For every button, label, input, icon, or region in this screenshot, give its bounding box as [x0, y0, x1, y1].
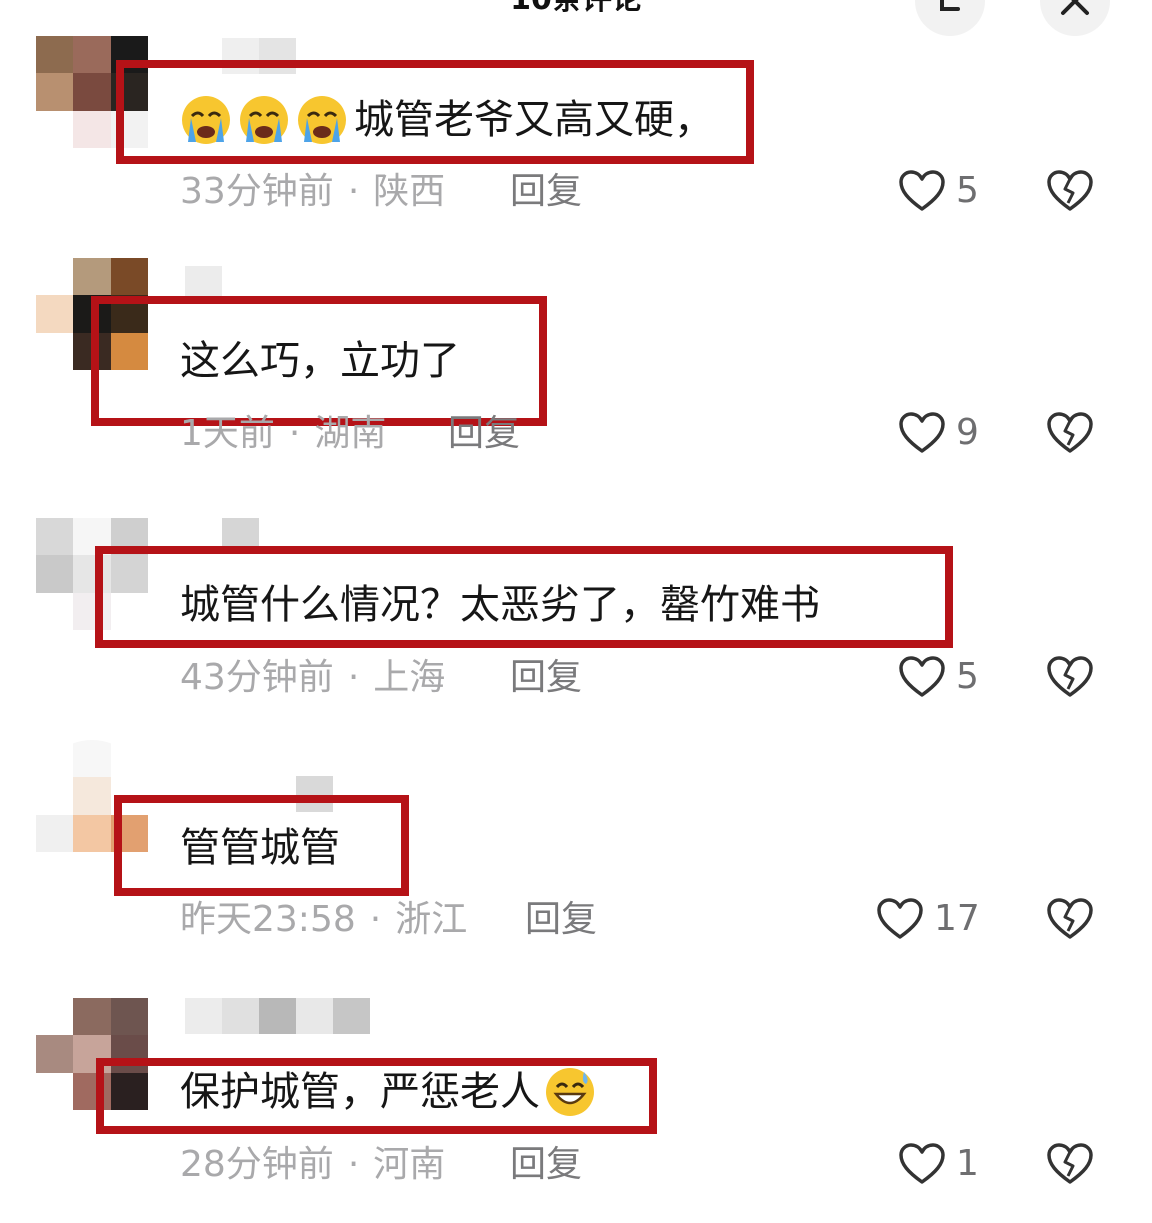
- username-pixelated[interactable]: [185, 998, 370, 1034]
- comment-meta: 1天前 · 湖南: [180, 413, 387, 454]
- like-count: 9: [956, 412, 979, 453]
- avatar[interactable]: [36, 258, 148, 370]
- broken-heart-icon[interactable]: [1046, 167, 1094, 215]
- heart-outline-icon: [877, 898, 923, 939]
- comment-text: 这么巧，立功了: [180, 333, 460, 389]
- comment-meta: 33分钟前 · 陕西: [180, 171, 446, 212]
- broken-heart-icon[interactable]: [1046, 1140, 1094, 1188]
- like-count: 1: [956, 1143, 979, 1184]
- heart-outline-icon: [899, 1143, 945, 1184]
- username-pixelated[interactable]: [222, 518, 259, 554]
- heart-outline-icon: [899, 656, 945, 697]
- close-button[interactable]: [1040, 0, 1110, 36]
- comment-location: 上海: [373, 657, 446, 698]
- grinning-face-with-sweat-icon: [546, 1068, 594, 1116]
- reply-button[interactable]: 回复: [525, 898, 597, 942]
- comment-body: 保护城管，严惩老人: [180, 1069, 540, 1115]
- username-pixelated[interactable]: [185, 266, 222, 302]
- comment-body: 管管城管: [180, 825, 340, 871]
- comment-location: 浙江: [395, 899, 468, 940]
- comment-time: 昨天23:58: [180, 899, 356, 940]
- loudly-crying-face-icon: [240, 96, 288, 144]
- reply-button[interactable]: 回复: [510, 170, 582, 214]
- comment-body: 城管老爷又高又硬，: [354, 97, 714, 143]
- broken-heart-icon[interactable]: [1046, 653, 1094, 701]
- like-count: 17: [934, 898, 980, 939]
- expand-icon: [940, 0, 960, 11]
- comment-body: 城管什么情况？太恶劣了，罄竹难书: [180, 582, 820, 628]
- heart-outline-icon: [899, 412, 945, 453]
- comment-text: 管管城管: [180, 820, 340, 876]
- avatar[interactable]: [36, 740, 148, 852]
- comment-location: 河南: [373, 1144, 446, 1185]
- comment-panel: 10条评论 城管老爷又高又硬， 33分钟前·陕西 回复 5: [0, 0, 1152, 1223]
- heart-outline-icon: [899, 170, 945, 211]
- comment-text: 保护城管，严惩老人: [180, 1064, 596, 1120]
- avatar[interactable]: [36, 36, 148, 148]
- like-button[interactable]: 1: [898, 1140, 979, 1188]
- comment-meta: 43分钟前 · 上海: [180, 657, 446, 698]
- comment-location: 湖南: [314, 413, 387, 454]
- like-count: 5: [956, 656, 979, 697]
- comment-location: 陕西: [373, 171, 446, 212]
- reply-button[interactable]: 回复: [448, 412, 520, 456]
- like-button[interactable]: 5: [898, 653, 979, 701]
- loudly-crying-face-icon: [298, 96, 346, 144]
- broken-heart-icon[interactable]: [1046, 895, 1094, 943]
- comment-time: 43分钟前: [180, 657, 334, 698]
- username-pixelated[interactable]: [222, 38, 296, 74]
- username-pixelated[interactable]: [296, 776, 333, 812]
- broken-heart-icon[interactable]: [1046, 409, 1094, 457]
- reply-button[interactable]: 回复: [510, 1143, 582, 1187]
- comment-text: 城管什么情况？太恶劣了，罄竹难书: [180, 577, 820, 633]
- like-count: 5: [956, 170, 979, 211]
- comment-meta: 昨天23:58 · 浙江: [180, 899, 468, 940]
- close-icon: [1061, 0, 1089, 15]
- reply-button[interactable]: 回复: [510, 656, 582, 700]
- like-button[interactable]: 9: [898, 409, 979, 457]
- comment-text: 城管老爷又高又硬，: [180, 92, 714, 148]
- expand-button[interactable]: [915, 0, 985, 36]
- loudly-crying-face-icon: [182, 96, 230, 144]
- avatar[interactable]: [36, 518, 148, 630]
- avatar[interactable]: [36, 998, 148, 1110]
- comment-body: 这么巧，立功了: [180, 338, 460, 384]
- like-button[interactable]: 5: [898, 167, 979, 215]
- comment-time: 1天前: [180, 413, 275, 454]
- comment-time: 33分钟前: [180, 171, 334, 212]
- comment-time: 28分钟前: [180, 1144, 334, 1185]
- comment-meta: 28分钟前 · 河南: [180, 1144, 446, 1185]
- like-button[interactable]: 17: [876, 895, 980, 943]
